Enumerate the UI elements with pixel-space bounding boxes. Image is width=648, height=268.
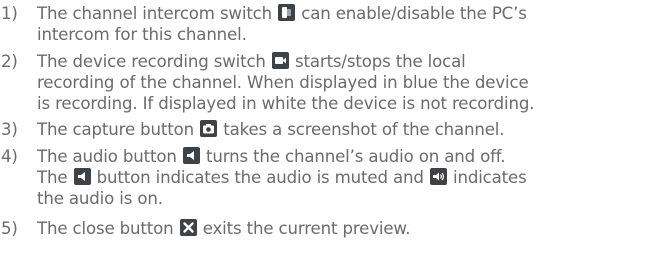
item-text: intercom for this channel. <box>37 25 247 45</box>
item-text: The device recording switch <box>37 51 266 71</box>
item-number: 4) <box>1 146 18 166</box>
item-text: can enable/disable the PC’s <box>301 4 527 23</box>
item-text: takes a screenshot of the channel. <box>223 120 505 140</box>
item-number: 3) <box>1 120 18 140</box>
capture-camera-icon <box>200 120 218 138</box>
item-text: recording of the channel. When displayed… <box>37 72 529 92</box>
item-text: The audio button <box>37 146 177 166</box>
item-text: The capture button <box>37 120 194 140</box>
item-text: The channel intercom switch <box>37 4 273 23</box>
list-item-device-recording: 2) The device recording switch starts/st… <box>0 51 646 115</box>
item-text: starts/stops the local <box>295 51 466 71</box>
list-item-audio: 4) The audio button turns the channel’s … <box>0 146 646 210</box>
item-number: 1) <box>1 4 18 23</box>
item-text: is recording. If displayed in white the … <box>37 94 535 114</box>
list-item-capture: 3) The capture button takes a screenshot… <box>0 119 646 140</box>
item-number: 2) <box>1 51 18 71</box>
item-number: 5) <box>1 218 18 238</box>
item-text: indicates <box>453 168 527 188</box>
audio-button-icon <box>182 146 200 164</box>
list-item-close: 5) The close button exits the current pr… <box>0 218 646 239</box>
intercom-switch-icon <box>278 4 296 21</box>
item-text: The <box>37 168 68 188</box>
item-text: exits the current preview. <box>202 218 411 238</box>
close-x-icon <box>179 218 197 236</box>
item-text: The close button <box>37 218 174 238</box>
instructions-list: 1) The channel intercom switch can enabl… <box>0 3 646 244</box>
audio-on-icon <box>429 168 447 186</box>
item-text: button indicates the audio is muted and <box>96 168 424 188</box>
list-item-intercom: 1) The channel intercom switch can enabl… <box>0 3 646 46</box>
device-recording-icon <box>271 51 289 69</box>
item-text: the audio is on. <box>37 189 163 209</box>
item-text: turns the channel’s audio on and off. <box>205 146 506 166</box>
audio-muted-icon <box>73 168 91 186</box>
